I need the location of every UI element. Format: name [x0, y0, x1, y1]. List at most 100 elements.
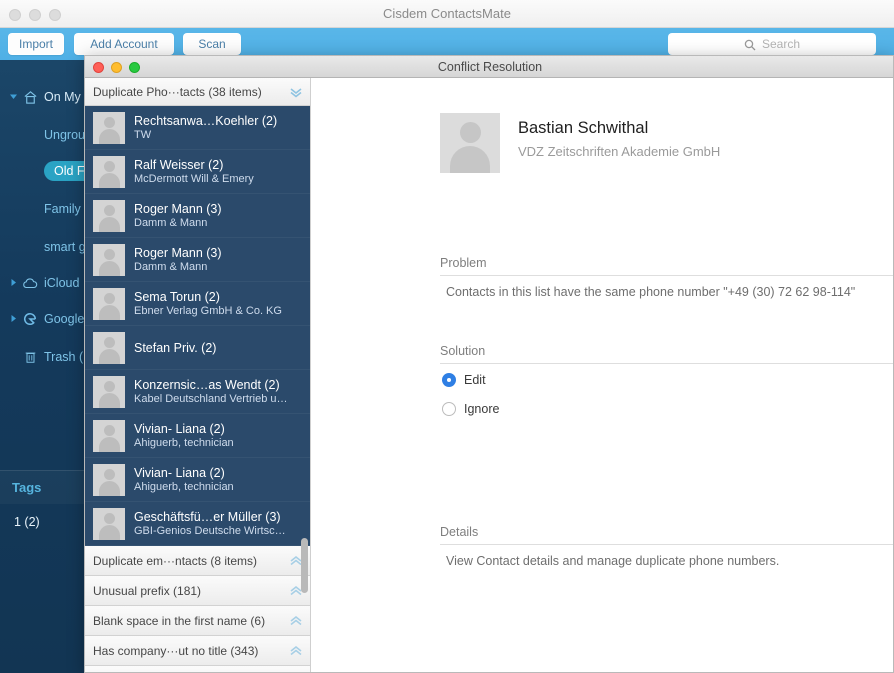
list-item[interactable]: Roger Mann (3) Damm & Mann [85, 238, 310, 282]
list-item[interactable]: Vivian- Liana (2) Ahiguerb, technician [85, 414, 310, 458]
cloud-icon [20, 276, 40, 290]
search-icon [744, 38, 756, 51]
problem-text: Contacts in this list have the same phon… [446, 285, 856, 299]
contact-name: Roger Mann (3) [134, 202, 222, 216]
contact-name: Vivian- Liana (2) [134, 466, 225, 480]
avatar [93, 111, 125, 144]
detail-contact-header: Bastian Schwithal VDZ Zeitschriften Akad… [440, 113, 720, 173]
group-header-label: Has company···ut no title (343) [93, 643, 259, 658]
search-placeholder: Search [761, 37, 801, 51]
trash-icon [20, 350, 40, 365]
avatar [93, 287, 125, 320]
sidebar-tag-label: 1 (2) [14, 515, 40, 529]
disclosure-triangle-icon[interactable] [6, 92, 20, 103]
group-header-label: Unusual prefix (181) [93, 583, 202, 598]
solution-option-edit[interactable]: Edit [442, 373, 486, 387]
solution-option-ignore-label: Ignore [464, 402, 500, 416]
dialog-title: Conflict Resolution [437, 60, 543, 74]
sidebar-item-label: iCloud [44, 276, 80, 290]
sidebar-item-label: smart g [44, 240, 86, 254]
disclosure-triangle-icon[interactable] [6, 314, 20, 325]
conflict-group-panel: Duplicate Pho···tacts (38 items) Rechtsa… [85, 78, 311, 672]
avatar [93, 243, 125, 276]
solution-divider [440, 363, 893, 364]
list-item[interactable]: Stefan Priv. (2) [85, 326, 310, 370]
detail-contact-org: VDZ Zeitschriften Akademie GmbH [518, 144, 721, 159]
group-header-active[interactable]: Duplicate Pho···tacts (38 items) [85, 78, 310, 106]
contact-name: Rechtsanwa…Koehler (2) [134, 114, 278, 128]
solution-option-ignore[interactable]: Ignore [442, 402, 499, 416]
import-button[interactable]: Import [8, 33, 64, 55]
group-header-label: Duplicate Pho···tacts (38 items) [93, 84, 262, 99]
contact-org: GBI-Genios Deutsche Wirtsc… [134, 525, 286, 537]
list-item[interactable]: Geschäftsfü…er Müller (3) GBI-Genios Deut… [85, 502, 310, 546]
sidebar-item-label: Family ( [44, 202, 89, 216]
contact-org: Ahiguerb, technician [134, 481, 234, 493]
home-icon [20, 89, 40, 104]
contact-org: Ahiguerb, technician [134, 437, 234, 449]
avatar [93, 463, 125, 496]
contact-org: Damm & Mann [134, 217, 208, 229]
app-root: Cisdem ContactsMate Import Add Account S… [0, 0, 894, 673]
contact-org: McDermott Will & Emery [134, 173, 254, 185]
add-account-button[interactable]: Add Account [74, 33, 174, 55]
radio-ignore-icon[interactable] [442, 402, 456, 416]
group-header[interactable]: Blank space in the first name (6) [85, 606, 310, 636]
group-header[interactable]: Empty notes (340) [85, 666, 310, 672]
chevron-down-icon [289, 85, 303, 99]
contact-name: Geschäftsfü…er Müller (3) [134, 510, 281, 524]
list-item[interactable]: Ralf Weisser (2) McDermott Will & Emery [85, 150, 310, 194]
group-header[interactable]: Has company···ut no title (343) [85, 636, 310, 666]
group-header-label: Duplicate em···ntacts (8 items) [93, 553, 258, 568]
avatar [93, 375, 125, 408]
list-item[interactable]: Roger Mann (3) Damm & Mann [85, 194, 310, 238]
radio-edit-icon[interactable] [442, 373, 456, 387]
contact-list-scrollbar[interactable] [301, 538, 308, 593]
conflict-resolution-dialog: Conflict Resolution Duplicate Pho···tact… [84, 55, 894, 673]
contact-name: Vivian- Liana (2) [134, 422, 225, 436]
group-header[interactable]: Unusual prefix (181) [85, 576, 310, 606]
problem-divider [440, 275, 893, 276]
contact-org: Kabel Deutschland Vertrieb u… [134, 393, 288, 405]
problem-label: Problem [440, 256, 487, 270]
scan-button[interactable]: Scan [183, 33, 241, 55]
avatar [93, 331, 125, 364]
avatar [93, 199, 125, 232]
list-item[interactable]: Rechtsanwa…Koehler (2) TW [85, 106, 310, 150]
contact-org: Ebner Verlag GmbH & Co. KG [134, 305, 282, 317]
sidebar-item-label: Google [44, 312, 85, 326]
detail-contact-name: Bastian Schwithal [518, 119, 649, 137]
list-item[interactable]: Vivian- Liana (2) Ahiguerb, technician [85, 458, 310, 502]
contact-name: Ralf Weisser (2) [134, 158, 224, 172]
details-label: Details [440, 525, 479, 539]
avatar [93, 507, 125, 540]
details-divider [440, 544, 893, 545]
sidebar-tags-label: Tags [12, 480, 42, 495]
search-input[interactable]: Search [668, 33, 876, 55]
group-header-label: Blank space in the first name (6) [93, 613, 266, 628]
sidebar-item-label: On My [44, 90, 81, 104]
contact-name: Roger Mann (3) [134, 246, 222, 260]
app-title: Cisdem ContactsMate [383, 6, 511, 21]
details-text: View Contact details and manage duplicat… [446, 554, 780, 568]
disclosure-triangle-icon[interactable] [6, 278, 20, 289]
duplicate-contact-list[interactable]: Rechtsanwa…Koehler (2) TW Ralf Weisser (2)… [85, 106, 310, 546]
group-header[interactable]: Duplicate em···ntacts (8 items) [85, 546, 310, 576]
avatar [440, 113, 500, 173]
main-titlebar: Cisdem ContactsMate [0, 0, 894, 28]
contact-org: Damm & Mann [134, 261, 208, 273]
contact-name: Konzernsic…as Wendt (2) [134, 378, 280, 392]
avatar [93, 155, 125, 188]
solution-label: Solution [440, 344, 486, 358]
solution-option-edit-label: Edit [464, 373, 486, 387]
contact-org: TW [134, 129, 152, 141]
list-item[interactable]: Konzernsic…as Wendt (2) Kabel Deutschland… [85, 370, 310, 414]
contact-name: Sema Torun (2) [134, 290, 220, 304]
list-item[interactable]: Sema Torun (2) Ebner Verlag GmbH & Co. KG [85, 282, 310, 326]
chevron-up-icon[interactable] [289, 614, 303, 628]
contact-name: Stefan Priv. (2) [134, 340, 217, 355]
avatar [93, 419, 125, 452]
chevron-up-icon[interactable] [289, 644, 303, 658]
conflict-detail-panel: Bastian Schwithal VDZ Zeitschriften Akad… [312, 78, 893, 672]
google-icon [20, 312, 40, 327]
